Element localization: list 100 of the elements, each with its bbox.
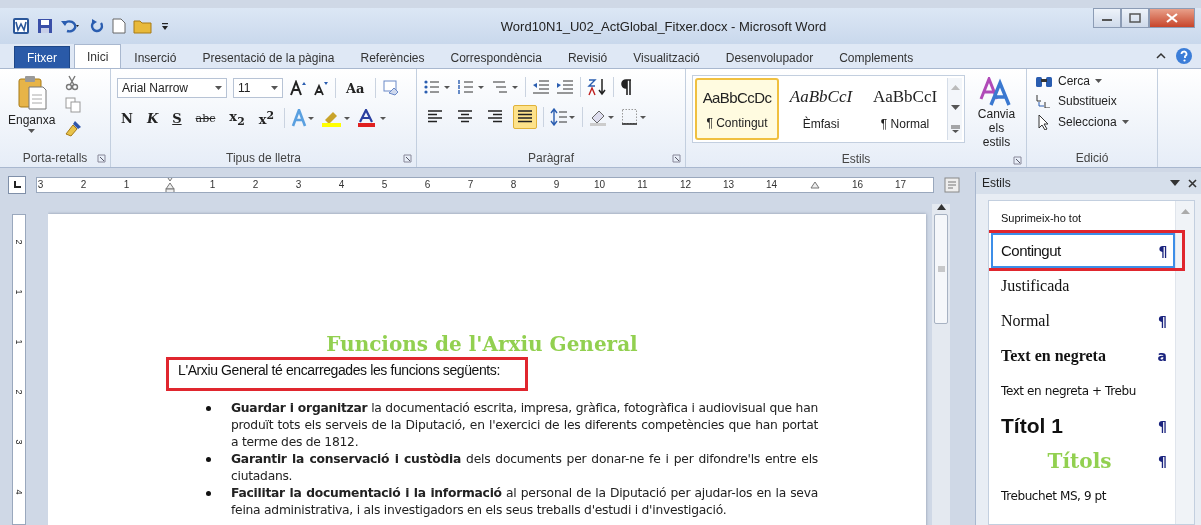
new-document-icon[interactable] (112, 18, 126, 34)
format-button[interactable]: S (168, 107, 186, 129)
dialog-launcher-icon[interactable] (403, 154, 412, 163)
ruler-number: 9 (553, 179, 560, 191)
scroll-thumb[interactable] (934, 214, 948, 324)
style-list-item[interactable]: Suprimeix-ho tot (991, 203, 1175, 233)
clear-format-icon[interactable] (381, 79, 400, 97)
format-button[interactable]: K (142, 107, 163, 129)
ruler-number: 2 (252, 179, 259, 191)
indent-marker-icon[interactable] (164, 178, 175, 192)
close-icon[interactable] (1188, 178, 1197, 188)
brush-icon[interactable] (65, 119, 84, 137)
shading-icon[interactable] (589, 108, 615, 126)
ribbon-tab[interactable]: Inserció (121, 46, 190, 68)
style-list-item[interactable]: Text en negreta a (991, 338, 1175, 373)
pane-scrollbar[interactable] (1175, 201, 1194, 524)
ruler-toggle-icon[interactable] (944, 177, 960, 193)
ribbon-tab[interactable]: Correspondència (437, 46, 555, 68)
word-logo-icon[interactable] (12, 17, 30, 35)
alignment-button[interactable] (513, 105, 537, 129)
ruler-number: 10 (593, 179, 606, 191)
line-spacing-icon[interactable] (550, 108, 576, 126)
font-size-field[interactable]: 11 (233, 78, 283, 98)
pilcrow-icon[interactable] (620, 79, 632, 95)
bullet-list-icon[interactable] (423, 79, 451, 95)
borders-icon[interactable] (621, 108, 647, 126)
decrease-indent-icon[interactable] (532, 79, 550, 95)
bullet-icon (206, 491, 211, 496)
ribbon-tab[interactable]: Presentació de la pàgina (189, 46, 348, 68)
intro-paragraph: L'Arxiu General té encarregades les funcions següents: (178, 362, 500, 378)
style-list-item[interactable]: Contingut ¶ (991, 233, 1175, 268)
format-button[interactable]: x$^{2}$ (254, 107, 278, 129)
scroll-down-icon[interactable] (950, 105, 960, 110)
ribbon-tab[interactable]: Referències (347, 46, 438, 68)
format-button[interactable]: N (117, 107, 137, 129)
style-preview-button[interactable]: AaBbCcDc ¶ Contingut (695, 78, 779, 140)
ribbon-tab[interactable]: Inici (74, 44, 122, 68)
dialog-launcher-icon[interactable] (672, 154, 681, 163)
caret-icon (1121, 120, 1129, 124)
format-button[interactable]: abc (191, 107, 220, 129)
style-list-item[interactable]: Títols ¶ (991, 443, 1175, 478)
ruler-number: 8 (510, 179, 517, 191)
indent-marker-icon[interactable] (809, 181, 820, 189)
change-styles-button[interactable]: Canvia els estils (973, 75, 1020, 151)
more-icon[interactable] (950, 124, 960, 133)
gallery-scrollbar[interactable] (947, 78, 962, 140)
numbered-list-icon[interactable] (457, 79, 485, 95)
editing-button[interactable]: Substitueix (1033, 93, 1119, 109)
grow-font-icon[interactable] (289, 80, 307, 96)
shrink-font-icon[interactable] (313, 80, 329, 96)
caret-icon (28, 129, 36, 133)
style-preview-button[interactable]: AaBbCcI ¶ Normal (863, 78, 947, 140)
maximize-button[interactable] (1121, 8, 1149, 28)
ruler-number: 13 (722, 179, 735, 191)
editing-button[interactable]: Cerca (1033, 73, 1104, 89)
minimize-button[interactable] (1093, 8, 1121, 28)
text-effects-icon[interactable] (291, 109, 315, 127)
dialog-launcher-icon[interactable] (1013, 156, 1022, 165)
dialog-launcher-icon[interactable] (97, 154, 106, 163)
multilevel-list-icon[interactable] (491, 79, 519, 95)
style-list-item[interactable]: Justificada (991, 268, 1175, 303)
vertical-scrollbar[interactable] (932, 204, 950, 525)
collapse-ribbon-icon[interactable] (1155, 51, 1167, 61)
redo-icon[interactable] (89, 18, 105, 34)
group-label: Estils (841, 152, 871, 166)
font-name-field[interactable]: Arial Narrow (117, 78, 227, 98)
help-icon[interactable] (1175, 47, 1193, 65)
close-button[interactable] (1149, 8, 1195, 28)
style-list-item[interactable]: Text en negreta + Trebu (991, 373, 1175, 408)
ruler-number: 3 (37, 179, 44, 191)
grip-icon (937, 266, 945, 272)
ruler-number: 16 (851, 179, 864, 191)
sort-icon[interactable] (587, 78, 607, 96)
style-list-item[interactable]: Trebuchet MS, 9 pt (991, 478, 1175, 513)
style-list-item[interactable]: Títol 1 ¶ (991, 408, 1175, 443)
file-tab[interactable]: Fitxer (14, 46, 70, 68)
style-preview-button[interactable]: AaBbCcI Èmfasi (779, 78, 863, 140)
scroll-up-icon[interactable] (936, 204, 946, 210)
ribbon-tab[interactable]: Revisió (554, 46, 621, 68)
increase-indent-icon[interactable] (556, 79, 574, 95)
tab-selector-button[interactable] (8, 176, 26, 194)
change-case-button[interactable]: Aa (342, 77, 369, 99)
ruler-number: 1 (14, 289, 24, 295)
editing-button[interactable]: Selecciona (1033, 113, 1131, 131)
style-type-mark: ¶ (1158, 417, 1167, 434)
ribbon-tab[interactable]: Desenvolupador (712, 46, 827, 68)
paste-button[interactable]: Enganxa (6, 73, 58, 149)
format-button[interactable]: x$_{2}$ (225, 107, 249, 129)
ruler-number: 2 (14, 239, 24, 245)
pane-menu-icon[interactable] (1170, 180, 1180, 186)
undo-icon[interactable] (60, 18, 82, 34)
ribbon-tab[interactable]: Visualització (620, 46, 713, 68)
font-color-icon[interactable] (357, 109, 387, 127)
ribbon-tab[interactable]: Complements (826, 46, 927, 68)
style-list-item[interactable]: Normal ¶ (991, 303, 1175, 338)
document-heading: Funcions de l'Arxiu General (325, 332, 639, 356)
style-type-mark: a (1157, 347, 1167, 364)
save-icon[interactable] (37, 18, 53, 34)
ruler-number: 4 (338, 179, 345, 191)
scissors-icon[interactable] (65, 75, 80, 91)
